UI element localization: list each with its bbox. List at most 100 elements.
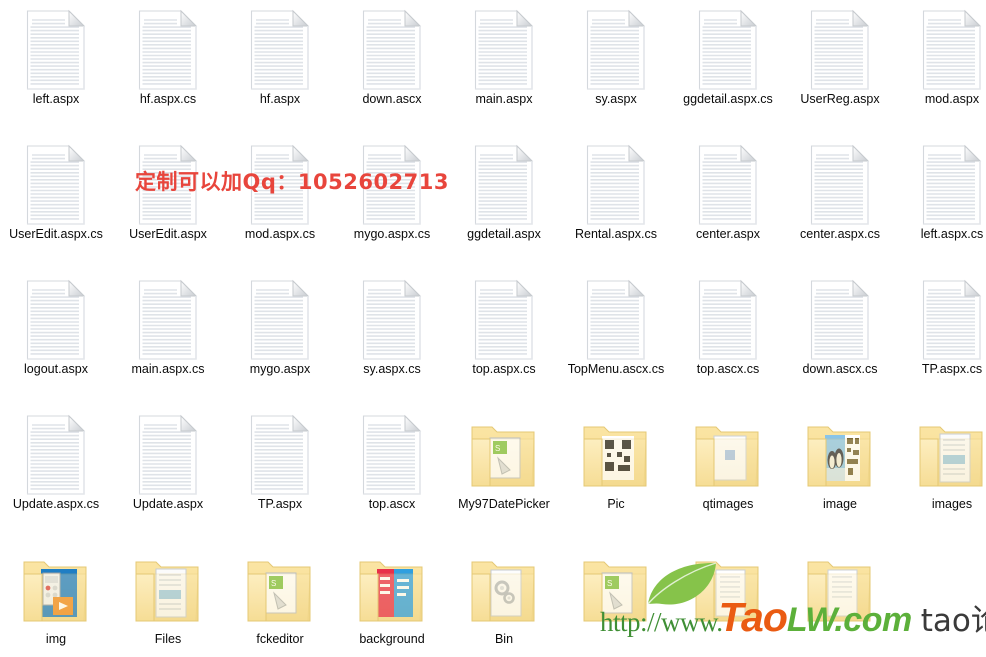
folder-item[interactable]: S xyxy=(560,548,672,632)
folder-item[interactable]: S My97DatePicker xyxy=(448,413,560,512)
icon-grid: left.aspx hf.aspx.cs hf.aspx down.ascx main.… xyxy=(0,0,986,657)
folder-item[interactable]: Bin xyxy=(448,548,560,647)
folder-icon: S xyxy=(448,413,560,497)
folder-icon xyxy=(0,548,112,632)
folder-item[interactable]: Files xyxy=(112,548,224,647)
file-item[interactable]: UserEdit.aspx.cs xyxy=(0,143,112,242)
folder-icon xyxy=(784,413,896,497)
file-item[interactable]: down.ascx.cs xyxy=(784,278,896,377)
file-icon xyxy=(112,143,224,227)
folder-item[interactable]: Sfckeditor xyxy=(224,548,336,647)
item-label: Update.aspx xyxy=(132,497,204,511)
file-icon xyxy=(560,8,672,92)
item-label: mod.aspx.cs xyxy=(244,227,316,241)
file-item[interactable]: Rental.aspx.cs xyxy=(560,143,672,242)
file-item[interactable]: center.aspx xyxy=(672,143,784,242)
file-icon xyxy=(224,8,336,92)
item-label: logout.aspx xyxy=(24,362,88,376)
item-label: UserEdit.aspx.cs xyxy=(9,227,103,241)
item-label: Files xyxy=(154,632,182,646)
item-label: TP.aspx.cs xyxy=(921,362,983,376)
file-item[interactable]: mygo.aspx.cs xyxy=(336,143,448,242)
item-label: top.aspx.cs xyxy=(472,362,536,376)
file-icon xyxy=(560,278,672,362)
item-label: main.aspx.cs xyxy=(131,362,205,376)
item-label: image xyxy=(822,497,858,511)
item-label: ggdetail.aspx.cs xyxy=(683,92,773,106)
file-item[interactable]: Update.aspx xyxy=(112,413,224,512)
file-item[interactable]: sy.aspx.cs xyxy=(336,278,448,377)
folder-item[interactable]: img xyxy=(0,548,112,647)
item-label: TP.aspx xyxy=(257,497,303,511)
file-icon xyxy=(784,278,896,362)
file-icon xyxy=(448,8,560,92)
file-item[interactable]: UserEdit.aspx xyxy=(112,143,224,242)
folder-item[interactable]: qtimages xyxy=(672,413,784,512)
item-label: mod.aspx xyxy=(924,92,980,106)
item-label: sy.aspx.cs xyxy=(363,362,421,376)
item-label: UserEdit.aspx xyxy=(129,227,207,241)
file-item[interactable]: mod.aspx.cs xyxy=(224,143,336,242)
file-icon xyxy=(224,278,336,362)
item-label: fckeditor xyxy=(256,632,304,646)
folder-item[interactable]: images xyxy=(896,413,986,512)
item-label: center.aspx.cs xyxy=(800,227,880,241)
file-item[interactable]: sy.aspx xyxy=(560,8,672,107)
folder-icon xyxy=(784,548,896,632)
file-icon xyxy=(560,143,672,227)
item-label: down.ascx xyxy=(362,92,422,106)
file-item[interactable]: TopMenu.ascx.cs xyxy=(560,278,672,377)
file-item[interactable]: ggdetail.aspx xyxy=(448,143,560,242)
file-icon xyxy=(448,143,560,227)
item-label: Pic xyxy=(607,497,625,511)
file-item[interactable]: left.aspx xyxy=(0,8,112,107)
file-item[interactable]: down.ascx xyxy=(336,8,448,107)
file-icon xyxy=(896,278,986,362)
file-icon xyxy=(896,8,986,92)
item-label: img xyxy=(45,632,67,646)
item-label: Rental.aspx.cs xyxy=(575,227,657,241)
file-item[interactable]: mygo.aspx xyxy=(224,278,336,377)
item-label: mygo.aspx xyxy=(249,362,311,376)
folder-icon xyxy=(896,413,986,497)
item-label: hf.aspx xyxy=(259,92,301,106)
item-label: Update.aspx.cs xyxy=(12,497,100,511)
file-item[interactable]: hf.aspx xyxy=(224,8,336,107)
file-icon xyxy=(336,143,448,227)
file-item[interactable]: UserReg.aspx xyxy=(784,8,896,107)
file-item[interactable]: TP.aspx xyxy=(224,413,336,512)
file-item[interactable]: logout.aspx xyxy=(0,278,112,377)
file-icon xyxy=(224,143,336,227)
folder-icon xyxy=(112,548,224,632)
folder-icon xyxy=(672,413,784,497)
file-icon xyxy=(672,143,784,227)
file-explorer-content-pane[interactable]: left.aspx hf.aspx.cs hf.aspx down.ascx main.… xyxy=(0,0,986,657)
item-label: UserReg.aspx xyxy=(800,92,880,106)
file-item[interactable]: top.aspx.cs xyxy=(448,278,560,377)
file-item[interactable]: TP.aspx.cs xyxy=(896,278,986,377)
file-item[interactable]: Update.aspx.cs xyxy=(0,413,112,512)
file-item[interactable]: hf.aspx.cs xyxy=(112,8,224,107)
item-label: mygo.aspx.cs xyxy=(353,227,431,241)
file-item[interactable]: main.aspx.cs xyxy=(112,278,224,377)
item-label: sy.aspx xyxy=(595,92,637,106)
file-item[interactable]: main.aspx xyxy=(448,8,560,107)
folder-item[interactable]: background xyxy=(336,548,448,647)
folder-item[interactable]: Pic xyxy=(560,413,672,512)
file-item[interactable]: mod.aspx xyxy=(896,8,986,107)
file-item[interactable]: ggdetail.aspx.cs xyxy=(672,8,784,107)
folder-item[interactable] xyxy=(784,548,896,632)
file-item[interactable]: top.ascx xyxy=(336,413,448,512)
folder-item[interactable] xyxy=(672,548,784,632)
folder-item[interactable]: image xyxy=(784,413,896,512)
item-label: down.ascx.cs xyxy=(802,362,878,376)
file-item[interactable]: left.aspx.cs xyxy=(896,143,986,242)
folder-icon: S xyxy=(560,548,672,632)
file-item[interactable]: center.aspx.cs xyxy=(784,143,896,242)
file-item[interactable]: top.ascx.cs xyxy=(672,278,784,377)
folder-icon xyxy=(672,548,784,632)
item-label: hf.aspx.cs xyxy=(139,92,197,106)
file-icon xyxy=(448,278,560,362)
file-icon xyxy=(672,278,784,362)
file-icon xyxy=(672,8,784,92)
